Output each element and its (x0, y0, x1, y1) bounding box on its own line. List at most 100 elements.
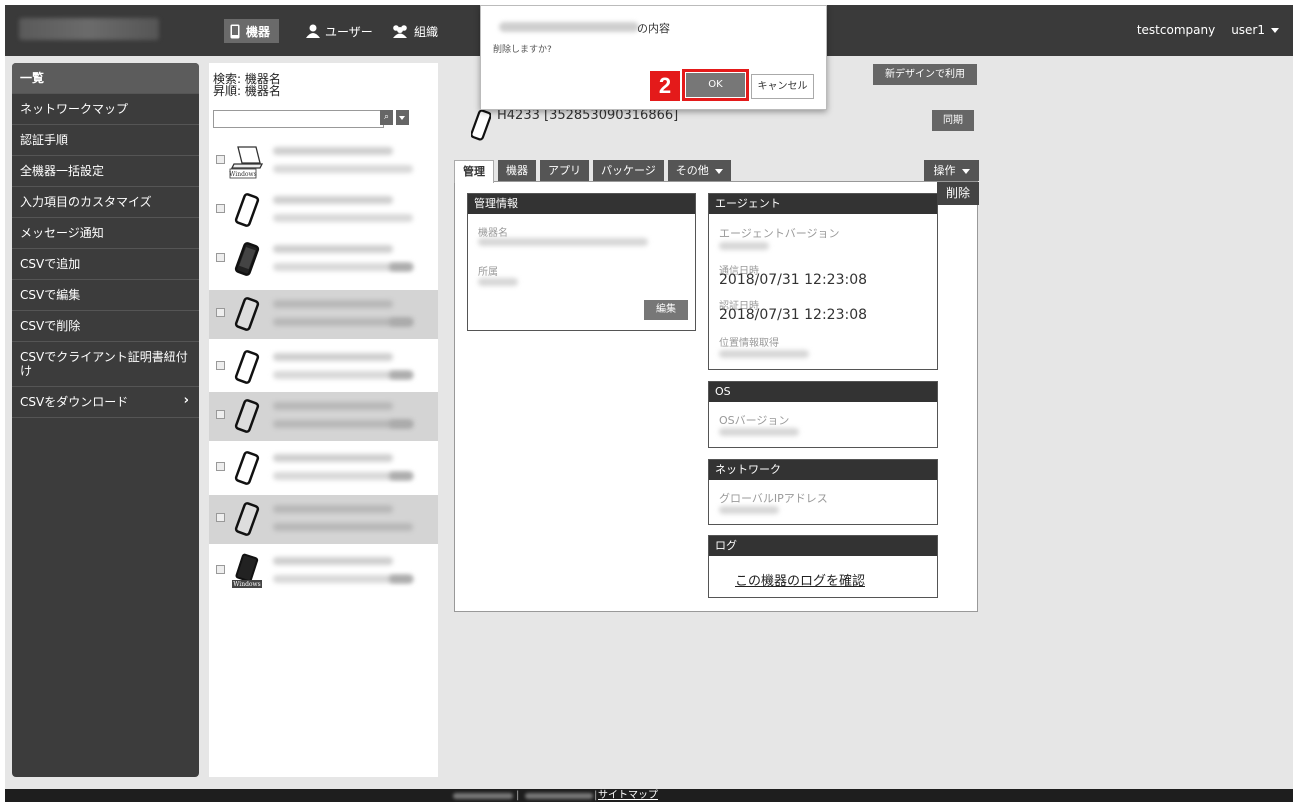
sidebar-item-label: 入力項目のカスタマイズ (20, 195, 152, 209)
sidebar-item-label: ネットワークマップ (20, 102, 129, 116)
dialog-title: の内容 (637, 22, 670, 35)
card-title: OS (709, 382, 937, 402)
sidebar-item-csv-edit[interactable]: CSVで編集 (12, 280, 199, 311)
list-item[interactable] (209, 290, 438, 339)
global-ip-label: グローバルIPアドレス (719, 492, 828, 505)
account-area: testcompany user1 (1137, 23, 1293, 37)
sidebar-item-list[interactable]: 一覧 (12, 63, 199, 94)
row-checkbox[interactable] (216, 513, 225, 522)
list-item[interactable] (209, 343, 438, 392)
sidebar-item-csv-download[interactable]: CSVをダウンロード › (12, 387, 199, 418)
search-button[interactable]: ⌕ (380, 110, 393, 125)
cancel-button[interactable]: キャンセル (751, 74, 814, 99)
sidebar-item-message-notify[interactable]: メッセージ通知 (12, 218, 199, 249)
row-checkbox[interactable] (216, 462, 225, 471)
affiliation-label: 所属 (478, 267, 498, 278)
sitemap-link[interactable]: サイトマップ (598, 789, 658, 802)
smartphone-icon (471, 109, 491, 141)
sidebar-item-csv-delete[interactable]: CSVで削除 (12, 311, 199, 342)
sidebar-item-bulk-settings[interactable]: 全機器一括設定 (12, 156, 199, 187)
search-input[interactable] (213, 110, 384, 128)
sidebar-item-label: CSVをダウンロード (20, 395, 129, 409)
sidebar-item-label: CSVでクライアント証明書紐付け (20, 350, 188, 378)
company-name: testcompany (1136, 23, 1216, 37)
operations-button[interactable]: 操作 (924, 160, 979, 181)
smartphone-icon (234, 451, 260, 485)
sort-criteria: 昇順: 機器名 (213, 84, 281, 98)
sidebar-item-csv-cert-link[interactable]: CSVでクライアント証明書紐付け (12, 342, 199, 387)
list-item[interactable] (209, 495, 438, 544)
nav-users[interactable]: ユーザー (306, 19, 373, 43)
list-item[interactable]: Windows (209, 547, 438, 596)
chevron-down-icon (961, 168, 970, 174)
logo (19, 18, 159, 40)
view-log-link[interactable]: この機器のログを確認 (735, 570, 865, 589)
comm-time-value: 2018/07/31 12:23:08 (719, 272, 868, 288)
sidebar: 一覧 ネットワークマップ 認証手順 全機器一括設定 入力項目のカスタマイズ メッ… (12, 63, 199, 777)
row-checkbox[interactable] (216, 308, 225, 317)
row-checkbox[interactable] (216, 410, 225, 419)
row-checkbox[interactable] (216, 204, 225, 213)
user-name: user1 (1231, 23, 1265, 37)
menu-item-delete[interactable]: 削除 (937, 182, 979, 205)
sidebar-item-customize-fields[interactable]: 入力項目のカスタマイズ (12, 187, 199, 218)
nav-devices-label: 機器 (246, 24, 271, 39)
user-menu[interactable]: user1 (1231, 23, 1279, 37)
sidebar-item-label: CSVで追加 (20, 257, 81, 271)
tab-device[interactable]: 機器 (498, 160, 536, 181)
row-checkbox[interactable] (216, 361, 225, 370)
footer-separator: | (594, 790, 598, 801)
card-title: エージェント (709, 194, 937, 214)
sync-button[interactable]: 同期 (932, 110, 974, 131)
list-item[interactable] (209, 186, 438, 235)
nav-devices[interactable]: 機器 (224, 19, 280, 43)
edit-button[interactable]: 編集 (644, 300, 688, 320)
location-label: 位置情報取得 (719, 338, 779, 349)
agent-card: エージェント エージェントバージョン 通信日時 2018/07/31 12:23… (708, 193, 938, 370)
detail-tabs: 管理 機器 アプリ パッケージ その他 (454, 160, 731, 183)
card-title: ログ (709, 536, 937, 556)
nav-organization-label: 組織 (414, 24, 439, 39)
sidebar-item-auth-procedure[interactable]: 認証手順 (12, 125, 199, 156)
confirm-dialog: の内容 削除しますか? 2 OK キャンセル (480, 5, 827, 110)
chevron-right-icon: › (183, 393, 189, 408)
os-card: OS OSバージョン (708, 381, 938, 448)
sidebar-item-network-map[interactable]: ネットワークマップ (12, 94, 199, 125)
windows-tablet-icon: Windows (232, 553, 262, 588)
tab-packages[interactable]: パッケージ (593, 160, 664, 181)
sidebar-item-label: 一覧 (20, 71, 45, 85)
group-icon (393, 25, 407, 38)
filter-dropdown-button[interactable] (396, 110, 409, 125)
tab-other[interactable]: その他 (667, 160, 731, 181)
row-icon-label: Windows (229, 171, 257, 178)
card-title: 管理情報 (468, 194, 695, 214)
row-checkbox[interactable] (216, 155, 225, 164)
list-item[interactable] (209, 444, 438, 493)
nav-users-label: ユーザー (325, 24, 373, 39)
list-item[interactable] (209, 235, 438, 284)
device-title: H4233 [352853090316866] (471, 108, 678, 142)
list-item[interactable] (209, 392, 438, 441)
user-icon (306, 24, 320, 38)
agent-version-label: エージェントバージョン (719, 227, 840, 240)
card-title: ネットワーク (709, 460, 937, 480)
sidebar-item-label: 認証手順 (20, 133, 69, 147)
smartphone-icon (234, 350, 260, 384)
sidebar-item-csv-add[interactable]: CSVで追加 (12, 249, 199, 280)
new-design-button[interactable]: 新デザインで利用 (873, 64, 977, 85)
smartphone-icon (234, 399, 260, 433)
os-version-label: OSバージョン (719, 414, 790, 427)
tab-apps[interactable]: アプリ (540, 160, 589, 181)
list-item[interactable]: Windows (209, 137, 438, 186)
tab-management[interactable]: 管理 (454, 160, 494, 183)
list-header: 検索: 機器名 昇順: 機器名 (213, 73, 281, 97)
smartphone-icon (234, 502, 260, 536)
ok-button[interactable]: OK (682, 69, 749, 101)
device-name: H4233 [352853090316866] (497, 108, 679, 123)
row-checkbox[interactable] (216, 565, 225, 574)
sidebar-item-label: CSVで編集 (20, 288, 81, 302)
row-checkbox[interactable] (216, 253, 225, 262)
app-frame: 機器 ユーザー 組織 testcompany user1 一覧 ネットワークマッ… (5, 5, 1293, 802)
nav-organization[interactable]: 組織 (391, 19, 438, 43)
sidebar-item-label: メッセージ通知 (20, 226, 104, 240)
